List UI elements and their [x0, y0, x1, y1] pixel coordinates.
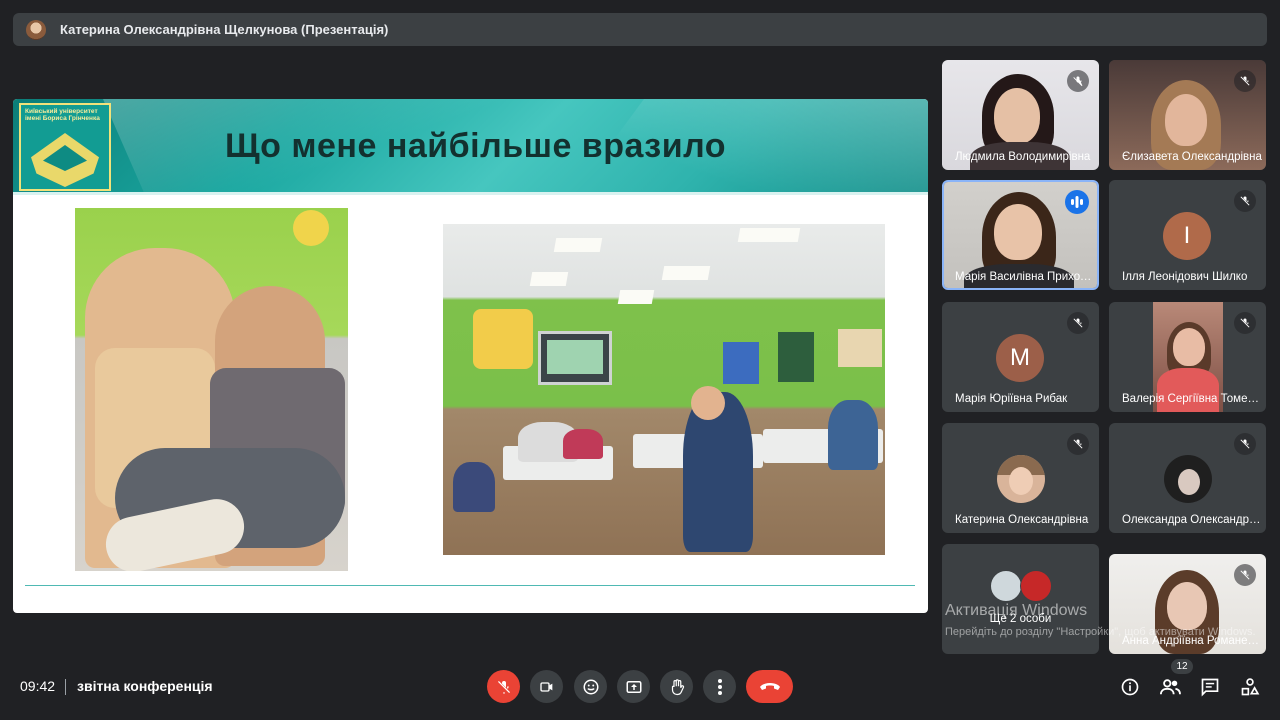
participant-name: Валерія Сергіївна Томенко	[1122, 393, 1262, 405]
windows-watermark-subtitle: Перейдіть до розділу "Настройки", щоб ак…	[945, 626, 1256, 638]
speaking-indicator-icon	[1065, 190, 1089, 214]
chat-button[interactable]	[1199, 676, 1221, 698]
participants-count-badge: 12	[1171, 659, 1193, 674]
participant-name: Єлизавета Олександрівна	[1122, 151, 1262, 163]
more-participants-avatars	[990, 570, 1054, 602]
slide-header: Київський університет імені Бориса Грінч…	[13, 99, 928, 195]
raise-hand-button[interactable]	[660, 670, 693, 703]
chat-icon	[1200, 677, 1220, 697]
meeting-info-button[interactable]	[1119, 676, 1141, 698]
participant-name: Ілля Леонідович Шилко	[1122, 271, 1248, 283]
participant-avatar: М	[996, 334, 1044, 382]
participant-tile[interactable]: Людмила Володимирівна	[942, 60, 1099, 170]
more-vert-icon	[717, 678, 723, 696]
call-end-icon	[759, 681, 781, 693]
mic-off-icon	[1234, 312, 1256, 334]
mic-off-icon	[496, 679, 512, 695]
mic-toggle-button[interactable]	[487, 670, 520, 703]
participant-avatar	[997, 455, 1045, 503]
more-options-button[interactable]	[703, 670, 736, 703]
participant-tile[interactable]: Валерія Сергіївна Томенко	[1109, 302, 1266, 412]
mic-off-icon	[1067, 70, 1089, 92]
presenter-title: Катерина Олександрівна Щелкунова (Презен…	[60, 22, 389, 37]
divider	[65, 679, 66, 695]
meeting-time: 09:42	[20, 678, 56, 694]
participant-tile[interactable]: Катерина Олександрівна	[942, 423, 1099, 533]
participant-tile[interactable]: І Ілля Леонідович Шилко	[1109, 180, 1266, 290]
participant-name: Марія Юріївна Рибак	[955, 393, 1068, 405]
present-screen-icon	[625, 678, 643, 696]
present-screen-button[interactable]	[617, 670, 650, 703]
activities-icon	[1240, 677, 1260, 697]
people-button[interactable]	[1159, 676, 1181, 698]
emoji-icon	[582, 678, 600, 696]
videocam-icon	[539, 679, 555, 695]
participant-name: Марія Василівна Приходько	[955, 271, 1095, 283]
mic-off-icon	[1067, 433, 1089, 455]
activities-button[interactable]	[1239, 676, 1261, 698]
people-icon	[1159, 677, 1181, 697]
classroom-photo	[443, 224, 885, 555]
university-logo: Київський університет імені Бориса Грінч…	[19, 103, 111, 191]
meeting-name: звітна конференція	[77, 678, 213, 694]
camera-toggle-button[interactable]	[530, 670, 563, 703]
participant-avatar	[1164, 455, 1212, 503]
windows-watermark-title: Активація Windows	[945, 602, 1088, 619]
info-icon	[1120, 677, 1140, 697]
mic-off-icon	[1234, 433, 1256, 455]
slide-title: Що мене найбільше вразило	[225, 127, 727, 165]
participant-name: Катерина Олександрівна	[955, 514, 1089, 526]
presentation-slide: Київський університет імені Бориса Грінч…	[13, 99, 928, 613]
participant-tile[interactable]: Олександра Олександрівна	[1109, 423, 1266, 533]
selfie-photo	[75, 208, 348, 571]
logo-text: Київський університет імені Бориса Грінч…	[25, 108, 100, 122]
participant-avatar: І	[1163, 212, 1211, 260]
mic-off-icon	[1234, 70, 1256, 92]
leave-call-button[interactable]	[746, 670, 793, 703]
mic-off-icon	[1067, 312, 1089, 334]
participant-tile[interactable]: М Марія Юріївна Рибак	[942, 302, 1099, 412]
presenter-bar: Катерина Олександрівна Щелкунова (Презен…	[13, 13, 1267, 46]
raise-hand-icon	[668, 678, 686, 696]
participant-name: Олександра Олександрівна	[1122, 514, 1262, 526]
mic-off-icon	[1234, 564, 1256, 586]
presenter-avatar	[26, 19, 46, 40]
mic-off-icon	[1234, 190, 1256, 212]
participant-tile[interactable]: Єлизавета Олександрівна	[1109, 60, 1266, 170]
participant-name: Людмила Володимирівна	[955, 151, 1091, 163]
participant-tile-active[interactable]: Марія Василівна Приходько	[942, 180, 1099, 290]
emoji-button[interactable]	[574, 670, 607, 703]
